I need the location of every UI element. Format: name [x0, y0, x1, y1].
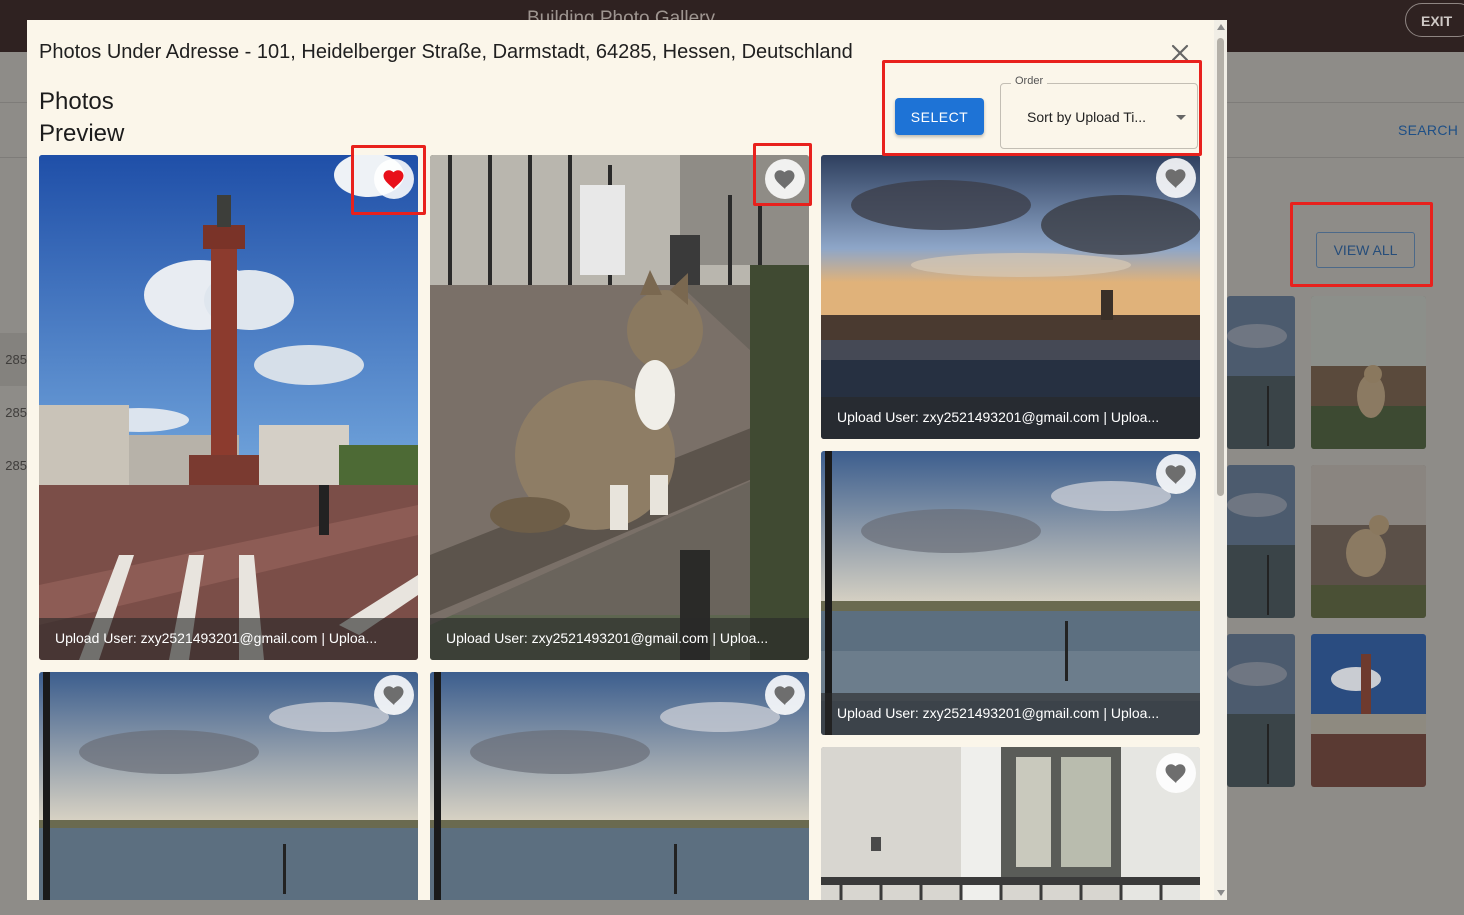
favorite-button[interactable] [1156, 454, 1196, 494]
photo-card[interactable] [821, 747, 1200, 900]
preview-heading: Photos Preview [39, 88, 125, 147]
gallery-thumbnail[interactable] [1311, 296, 1426, 449]
photo-image [430, 672, 809, 900]
favorite-button[interactable] [1156, 753, 1196, 793]
photo-caption: Upload User: zxy2521493201@gmail.com | U… [430, 618, 809, 660]
view-all-button[interactable]: VIEW ALL [1316, 232, 1415, 268]
photos-dialog: Photos Under Adresse - 101, Heidelberger… [27, 20, 1227, 900]
favorite-button[interactable] [765, 675, 805, 715]
scroll-thumb[interactable] [1217, 38, 1224, 496]
photo-card[interactable]: Upload User: zxy2521493201@gmail.com | U… [821, 155, 1200, 439]
favorite-button[interactable] [1156, 158, 1196, 198]
heart-icon [774, 170, 795, 189]
favorite-button[interactable] [374, 675, 414, 715]
photo-card[interactable] [430, 672, 809, 900]
photo-card[interactable]: Upload User: zxy2521493201@gmail.com | U… [821, 451, 1200, 735]
order-value: Sort by Upload Ti... [1027, 109, 1147, 125]
heart-icon [1165, 764, 1186, 783]
scrollbar[interactable] [1214, 20, 1227, 900]
list-item[interactable]: 285 [0, 333, 27, 386]
photo-card[interactable]: Upload User: zxy2521493201@gmail.com | U… [430, 155, 809, 660]
favorite-button[interactable] [765, 159, 805, 199]
photo-image [39, 155, 418, 660]
order-select[interactable]: Order Sort by Upload Ti... [1000, 75, 1198, 149]
photo-image [430, 155, 809, 660]
scroll-up-icon[interactable] [1217, 24, 1225, 30]
heart-icon [383, 170, 404, 189]
heart-icon [383, 686, 404, 705]
gallery-thumbnail[interactable] [1227, 296, 1295, 449]
photo-caption: Upload User: zxy2521493201@gmail.com | U… [821, 397, 1200, 439]
gallery-thumbnail[interactable] [1227, 465, 1295, 618]
heart-icon [774, 686, 795, 705]
exit-button[interactable]: EXIT [1405, 3, 1464, 37]
scroll-down-icon[interactable] [1217, 890, 1225, 896]
dialog-title: Photos Under Adresse - 101, Heidelberger… [39, 41, 853, 63]
chevron-down-icon [1176, 115, 1186, 120]
gallery-thumbnail[interactable] [1227, 634, 1295, 787]
list-item[interactable]: 285 [0, 439, 27, 492]
photo-card[interactable]: Upload User: zxy2521493201@gmail.com | U… [39, 155, 418, 660]
photo-image [821, 747, 1200, 900]
select-button[interactable]: SELECT [895, 98, 984, 135]
gallery-thumbnail[interactable] [1311, 634, 1426, 787]
photo-caption: Upload User: zxy2521493201@gmail.com | U… [39, 618, 418, 660]
heart-icon [1165, 465, 1186, 484]
order-label: Order [1011, 75, 1048, 87]
list-item[interactable]: 285 [0, 386, 27, 439]
photo-caption: Upload User: zxy2521493201@gmail.com | U… [821, 693, 1200, 735]
favorite-button[interactable] [374, 159, 414, 199]
photo-image [39, 672, 418, 900]
search-tab[interactable]: SEARCH [1398, 122, 1458, 138]
close-icon[interactable] [1167, 40, 1193, 66]
heart-icon [1165, 169, 1186, 188]
photo-card[interactable] [39, 672, 418, 900]
gallery-thumbnail[interactable] [1311, 465, 1426, 618]
